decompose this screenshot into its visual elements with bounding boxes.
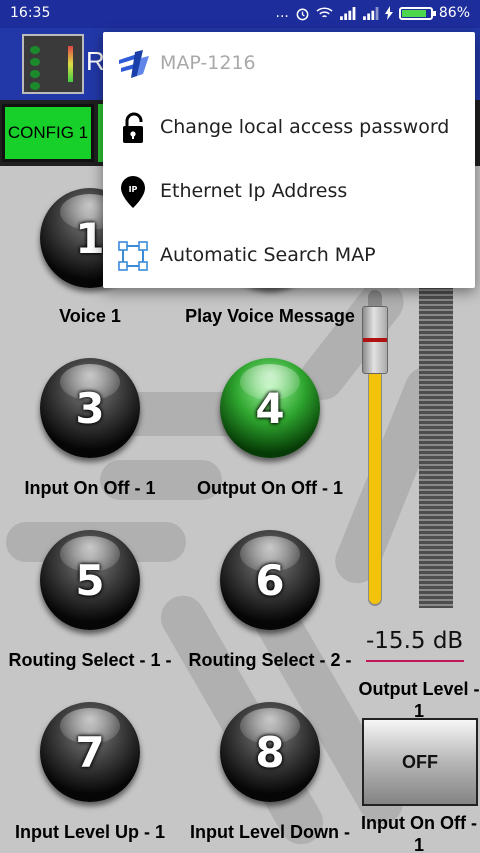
button-number: 3: [75, 383, 105, 433]
button-number: 5: [75, 555, 105, 605]
input-on-off-toggle-button[interactable]: OFF: [362, 718, 478, 806]
menu-item-label: Ethernet Ip Address: [160, 180, 348, 202]
output-fader-handle[interactable]: [362, 306, 388, 374]
device-thumbnail-icon[interactable]: [22, 34, 84, 94]
input-level-down-button[interactable]: 8: [220, 702, 320, 802]
battery-percent: 86%: [438, 5, 470, 21]
svg-text:IP: IP: [129, 185, 138, 194]
wifi-icon: [316, 7, 333, 18]
lock-icon: [123, 112, 143, 143]
output-level-db-readout: -15.5 dB: [366, 628, 464, 662]
voice-1-label: Voice 1: [59, 306, 121, 326]
button-number: 6: [255, 555, 285, 605]
input-on-off-1-label: Input On Off - 1: [24, 478, 156, 498]
alarm-icon: [296, 8, 309, 20]
output-on-off-1-button[interactable]: 4: [220, 358, 320, 458]
button-number: 7: [75, 727, 105, 777]
play-voice-message-label: Play Voice Message: [185, 306, 355, 326]
input-on-off-1-button[interactable]: 3: [40, 358, 140, 458]
input-level-down-label: Input Level Down -: [190, 822, 350, 842]
input-on-off-label: Input On Off - 1: [361, 813, 477, 853]
overflow-menu: MAP-1216 Change local access password IP…: [103, 32, 475, 288]
menu-item-label: Automatic Search MAP: [160, 244, 376, 266]
ip-pin-icon: IP: [121, 176, 145, 208]
menu-item-auto-search[interactable]: Automatic Search MAP: [103, 224, 475, 288]
brand-logo-icon: [119, 50, 149, 78]
input-level-up-1-label: Input Level Up - 1: [14, 822, 165, 842]
menu-item-change-password[interactable]: Change local access password: [103, 96, 475, 160]
network-search-icon: [118, 241, 148, 271]
button-number: 4: [255, 383, 285, 433]
tab-config-1[interactable]: CONFIG 1: [2, 104, 94, 162]
routing-select-2-label: Routing Select - 2 -: [188, 650, 352, 670]
menu-item-device-name: MAP-1216: [103, 32, 475, 96]
charging-icon: [384, 6, 393, 20]
status-time: 16:35: [10, 5, 51, 21]
app-title: R: [86, 46, 105, 76]
battery-icon: [398, 6, 436, 20]
input-level-up-1-button[interactable]: 7: [40, 702, 140, 802]
signal-icon: [362, 6, 379, 20]
routing-select-1-button[interactable]: 5: [40, 530, 140, 630]
output-level-label: Output Level - 1: [358, 679, 480, 721]
output-level-meter: [419, 286, 453, 608]
menu-item-label: MAP-1216: [160, 52, 256, 74]
status-icons: ... 86%: [276, 5, 470, 21]
menu-item-label: Change local access password: [160, 116, 450, 138]
routing-select-2-button[interactable]: 6: [220, 530, 320, 630]
more-dots-icon: ...: [275, 5, 289, 21]
output-fader-fill: [369, 372, 381, 604]
signal-icon: [339, 6, 356, 20]
routing-select-1-label: Routing Select - 1 -: [8, 650, 172, 670]
output-on-off-1-label: Output On Off - 1: [197, 478, 343, 498]
menu-item-ethernet-ip[interactable]: IP Ethernet Ip Address: [103, 160, 475, 224]
status-bar: 16:35 ... 86%: [0, 0, 480, 28]
button-number: 8: [255, 727, 285, 777]
